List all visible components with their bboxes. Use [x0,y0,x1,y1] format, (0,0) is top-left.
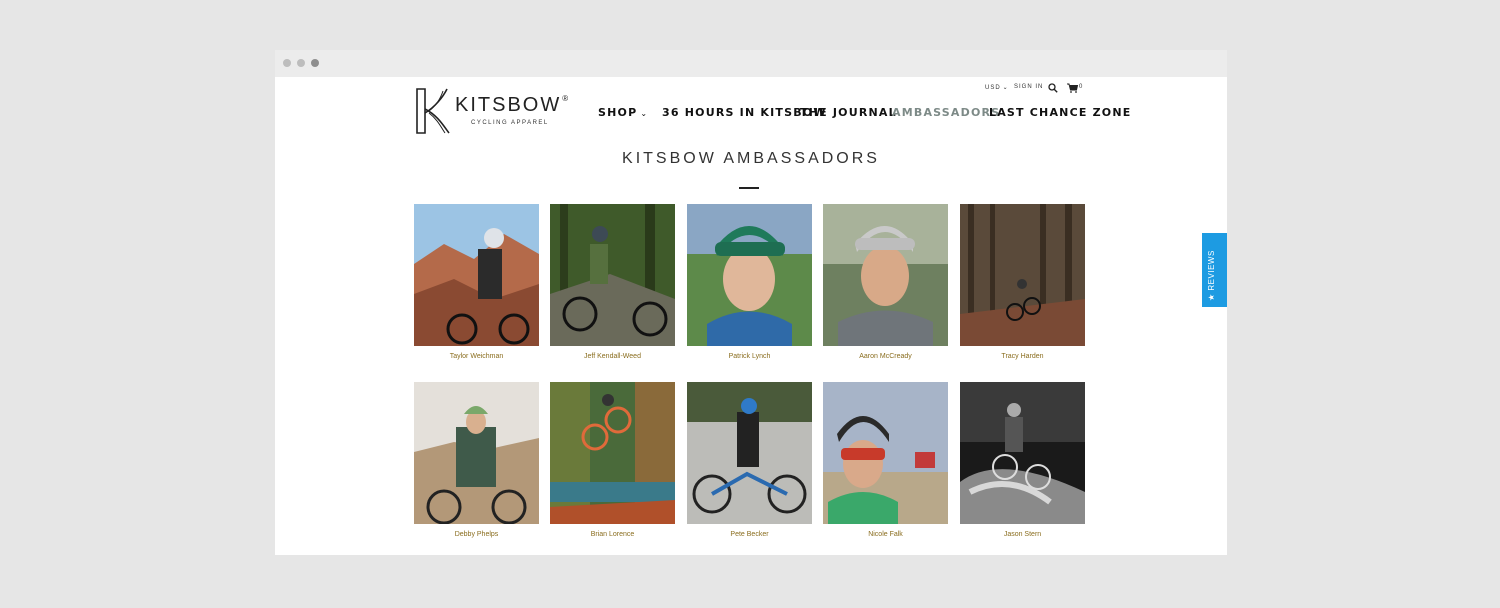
ambassador-photo[interactable] [550,382,675,524]
ambassador-name[interactable]: Jason Stern [960,531,1085,538]
ambassador-photo[interactable] [414,204,539,346]
ambassador-name[interactable]: Jeff Kendall-Weed [550,353,675,360]
ambassador-photo[interactable] [823,382,948,524]
search-icon[interactable] [1048,83,1058,93]
ambassador-name[interactable]: Aaron McCready [823,353,948,360]
ambassador-photo[interactable] [687,382,812,524]
ambassador-photo[interactable] [414,382,539,524]
kitsbow-k-icon [416,88,450,134]
nav-ambassadors[interactable]: AMBASSADORS [892,106,1000,119]
cart-icon[interactable] [1067,83,1078,93]
ambassador-name[interactable]: Debby Phelps [414,531,539,538]
ambassador-photo[interactable] [687,204,812,346]
ambassador-photo[interactable] [960,382,1085,524]
title-divider [739,187,759,189]
nav-journal[interactable]: THE JOURNAL [800,106,897,119]
ambassador-name[interactable]: Tracy Harden [960,353,1085,360]
page-title: KITSBOW AMBASSADORS [622,150,880,167]
window-minimize-dot[interactable] [297,59,305,67]
kitsbow-logo[interactable]: KITSBOW® CYCLING APPAREL [413,87,568,137]
window-maximize-dot[interactable] [311,59,319,67]
cart-count: 0 [1079,84,1083,90]
browser-window: KITSBOW® CYCLING APPAREL USD ⌄ SIGN IN 0 … [275,50,1227,555]
ambassador-name[interactable]: Taylor Weichman [414,353,539,360]
ambassador-name[interactable]: Nicole Falk [823,531,948,538]
ambassador-name[interactable]: Pete Becker [687,531,812,538]
chevron-down-icon: ⌄ [640,109,649,118]
window-titlebar [275,50,1227,77]
ambassador-photo[interactable] [550,204,675,346]
brand-tagline: CYCLING APPAREL [471,120,549,126]
currency-selector[interactable]: USD ⌄ [985,84,1009,91]
nav-last-chance[interactable]: LAST CHANCE ZONE [989,106,1131,119]
sign-in-link[interactable]: SIGN IN [1014,84,1043,90]
ambassador-photo[interactable] [960,204,1085,346]
reviews-tab-label: ★ REVIEWS [1207,250,1216,301]
ambassador-name[interactable]: Brian Lorence [550,531,675,538]
brand-name: KITSBOW® [455,94,571,116]
reviews-tab[interactable]: ★ REVIEWS [1202,233,1227,307]
window-close-dot[interactable] [283,59,291,67]
ambassador-name[interactable]: Patrick Lynch [687,353,812,360]
ambassador-photo[interactable] [823,204,948,346]
nav-shop[interactable]: SHOP ⌄ [598,106,648,119]
